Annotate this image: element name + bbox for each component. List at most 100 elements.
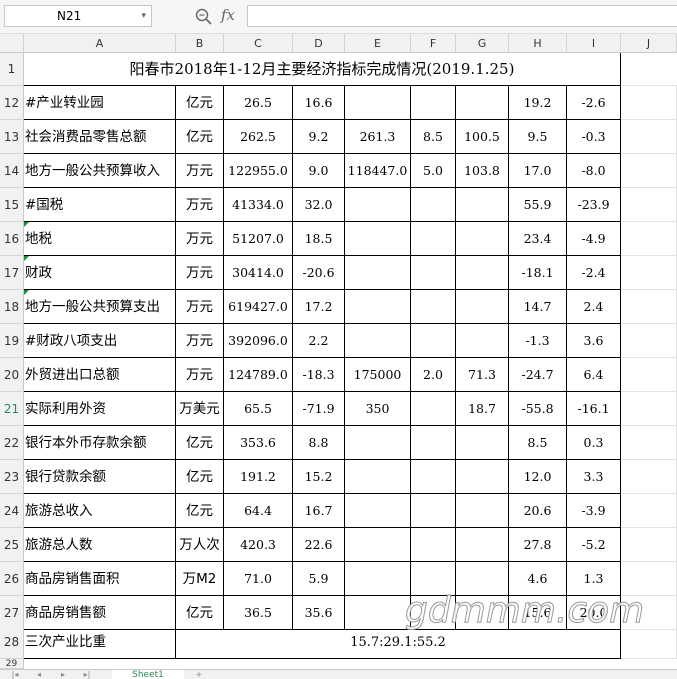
unit-cell[interactable]: 万元 [176,154,224,188]
value-cell[interactable]: 5.0 [411,154,456,188]
value-cell[interactable]: 9.5 [509,120,567,154]
label-cell[interactable]: 商品房销售面积 [24,562,176,596]
label-cell[interactable]: #财政八项支出 [24,324,176,358]
value-cell[interactable] [456,460,509,494]
unit-cell[interactable]: 亿元 [176,494,224,528]
next-sheet-icon[interactable]: ▸ [56,670,70,679]
value-cell[interactable]: -71.9 [293,392,345,426]
value-cell[interactable]: -55.8 [509,392,567,426]
empty-cell[interactable] [621,188,677,222]
unit-cell[interactable]: 亿元 [176,86,224,120]
industry-ratio-cell[interactable]: 15.7:29.1:55.2 [176,626,621,659]
unit-cell[interactable]: 万元 [176,188,224,222]
empty-cell[interactable] [621,53,677,86]
first-sheet-icon[interactable]: |◂ [8,670,22,679]
value-cell[interactable] [411,426,456,460]
value-cell[interactable]: 55.9 [509,188,567,222]
value-cell[interactable] [411,86,456,120]
label-cell[interactable]: 银行本外币存款余额 [24,426,176,460]
value-cell[interactable] [345,596,411,630]
value-cell[interactable]: 122955.0 [224,154,293,188]
value-cell[interactable]: 27.8 [509,528,567,562]
empty-cell[interactable] [621,596,677,630]
value-cell[interactable]: 12.0 [509,460,567,494]
column-header[interactable]: D [293,34,345,53]
value-cell[interactable] [411,392,456,426]
value-cell[interactable] [345,324,411,358]
value-cell[interactable]: 19.2 [509,86,567,120]
value-cell[interactable]: -4.9 [567,222,621,256]
row-header[interactable]: 19 [0,324,24,358]
column-header[interactable]: E [345,34,411,53]
value-cell[interactable] [456,222,509,256]
column-header[interactable]: C [224,34,293,53]
row-header[interactable]: 25 [0,528,24,562]
value-cell[interactable]: 3.3 [567,460,621,494]
value-cell[interactable]: 15.6 [509,596,567,630]
unit-cell[interactable]: 万M2 [176,562,224,596]
value-cell[interactable] [411,494,456,528]
value-cell[interactable]: 6.4 [567,358,621,392]
value-cell[interactable]: 64.4 [224,494,293,528]
label-cell[interactable]: 外贸进出口总额 [24,358,176,392]
row-header[interactable]: 22 [0,426,24,460]
row-header[interactable]: 15 [0,188,24,222]
unit-cell[interactable]: 亿元 [176,596,224,630]
value-cell[interactable] [456,86,509,120]
value-cell[interactable] [456,324,509,358]
value-cell[interactable]: -5.2 [567,528,621,562]
sheet-tab[interactable]: Sheet1 [112,670,184,679]
value-cell[interactable]: 17.0 [509,154,567,188]
value-cell[interactable]: -3.9 [567,494,621,528]
formula-input[interactable] [247,5,677,27]
unit-cell[interactable]: 亿元 [176,120,224,154]
value-cell[interactable]: 18.7 [456,392,509,426]
label-cell[interactable]: #产业转业园 [24,86,176,120]
column-header[interactable]: H [509,34,567,53]
value-cell[interactable] [456,290,509,324]
label-cell[interactable]: 三次产业比重 [24,626,176,659]
value-cell[interactable]: 2.4 [567,290,621,324]
value-cell[interactable]: -1.3 [509,324,567,358]
value-cell[interactable]: -24.7 [509,358,567,392]
value-cell[interactable]: 26.5 [224,86,293,120]
column-header[interactable]: B [176,34,224,53]
value-cell[interactable] [411,222,456,256]
row-header[interactable]: 16 [0,222,24,256]
unit-cell[interactable]: 万元 [176,358,224,392]
empty-cell[interactable] [621,626,677,659]
value-cell[interactable]: 71.3 [456,358,509,392]
empty-cell[interactable] [621,290,677,324]
label-cell[interactable]: 地方一般公共预算支出 [24,290,176,324]
value-cell[interactable] [411,188,456,222]
empty-cell[interactable] [621,426,677,460]
value-cell[interactable] [345,528,411,562]
last-sheet-icon[interactable]: ▸| [80,670,94,679]
value-cell[interactable]: 3.6 [567,324,621,358]
label-cell[interactable]: #国税 [24,188,176,222]
value-cell[interactable] [345,562,411,596]
value-cell[interactable]: 619427.0 [224,290,293,324]
value-cell[interactable] [456,562,509,596]
value-cell[interactable]: 23.4 [509,222,567,256]
value-cell[interactable] [411,596,456,630]
empty-cell[interactable] [621,528,677,562]
value-cell[interactable]: 118447.0 [345,154,411,188]
row-header[interactable]: 21 [0,392,24,426]
row-header[interactable]: 24 [0,494,24,528]
value-cell[interactable]: 14.7 [509,290,567,324]
empty-cell[interactable] [621,562,677,596]
unit-cell[interactable]: 万元 [176,222,224,256]
value-cell[interactable]: 8.8 [293,426,345,460]
value-cell[interactable] [345,426,411,460]
empty-cell[interactable] [621,392,677,426]
label-cell[interactable]: 银行贷款余额 [24,460,176,494]
value-cell[interactable]: 5.9 [293,562,345,596]
value-cell[interactable]: -0.3 [567,120,621,154]
value-cell[interactable]: 262.5 [224,120,293,154]
value-cell[interactable]: 4.6 [509,562,567,596]
value-cell[interactable]: 41334.0 [224,188,293,222]
empty-cell[interactable] [621,222,677,256]
select-all-corner[interactable] [0,34,24,53]
value-cell[interactable] [411,562,456,596]
